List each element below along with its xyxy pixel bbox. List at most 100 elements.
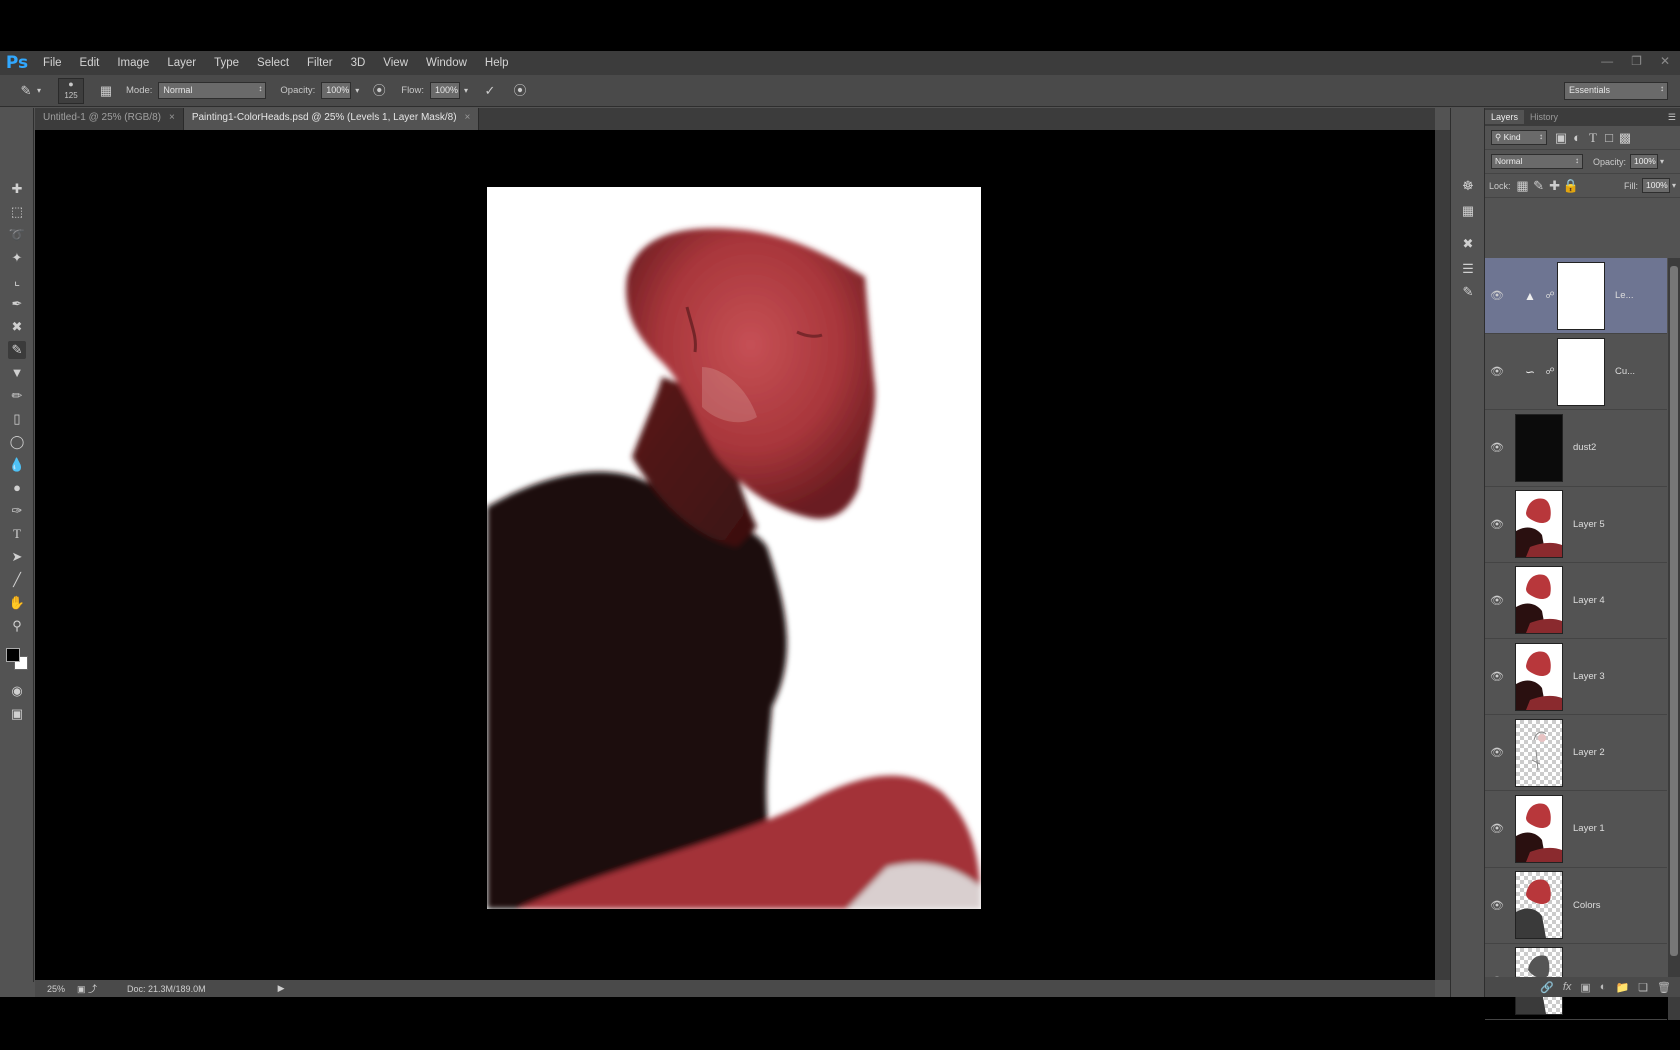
hand-tool-icon[interactable]: ✋ <box>8 594 26 612</box>
blur-tool-icon[interactable]: 💧 <box>8 456 26 474</box>
brush-preset-picker[interactable]: ● 125 <box>58 77 84 104</box>
menu-filter[interactable]: Filter <box>298 57 342 69</box>
pressure-size-icon[interactable]: ⦿ <box>512 83 528 99</box>
lock-pixels-icon[interactable]: ✎ <box>1531 178 1547 194</box>
layer-name[interactable]: Cu... <box>1615 366 1635 377</box>
menu-view[interactable]: View <box>374 57 417 69</box>
layer-thumbnail[interactable] <box>1515 413 1563 482</box>
mask-link-icon[interactable]: ☍ <box>1543 366 1557 377</box>
minimize-icon[interactable]: — <box>1601 54 1613 68</box>
layer-mask-thumbnail[interactable] <box>1557 337 1605 406</box>
visibility-eye-icon[interactable]: 👁 <box>1485 518 1509 531</box>
fill-dropdown-icon[interactable]: ▾ <box>1672 181 1676 190</box>
status-menu-arrow-icon[interactable]: ▶ <box>278 983 285 994</box>
opacity-dropdown-icon[interactable]: ▾ <box>351 83 363 99</box>
foreground-color-swatch[interactable] <box>6 648 20 662</box>
tab-untitled[interactable]: Untitled-1 @ 25% (RGB/8) × <box>35 108 184 130</box>
layer-row[interactable]: 👁 Layer 1 <box>1485 791 1667 868</box>
layer-row[interactable]: 👁 Layer 3 <box>1485 639 1667 716</box>
painting-canvas[interactable] <box>487 187 981 909</box>
fx-icon[interactable]: fx <box>1563 981 1572 993</box>
layer-thumbnail[interactable] <box>1515 490 1563 559</box>
layer-name[interactable]: Layer 3 <box>1573 671 1605 682</box>
zoom-tool-icon[interactable]: ⚲ <box>8 617 26 635</box>
layer-thumbnail[interactable] <box>1515 642 1563 711</box>
visibility-eye-icon[interactable]: 👁 <box>1485 365 1509 378</box>
tab-painting[interactable]: Painting1-ColorHeads.psd @ 25% (Levels 1… <box>183 108 480 130</box>
crop-tool-icon[interactable]: ⌞ <box>8 272 26 290</box>
menu-edit[interactable]: Edit <box>71 57 109 69</box>
type-filter-icon[interactable]: T <box>1585 130 1601 146</box>
airbrush-icon[interactable]: ✓ <box>482 83 498 99</box>
smart-object-filter-icon[interactable]: ▩ <box>1617 130 1633 146</box>
layer-thumbnail[interactable] <box>1515 794 1563 863</box>
layer-thumbnail[interactable] <box>1515 566 1563 635</box>
layers-scrollbar[interactable] <box>1668 258 1680 1020</box>
history-brush-icon[interactable]: ✏ <box>8 387 26 405</box>
visibility-eye-icon[interactable]: 👁 <box>1485 594 1509 607</box>
screen-mode-icon[interactable]: ▣ <box>8 705 26 723</box>
blend-mode-select[interactable]: Normal <box>1491 154 1583 169</box>
flow-dropdown-icon[interactable]: ▾ <box>460 83 472 99</box>
chevron-down-icon[interactable]: ▾ <box>34 83 44 99</box>
line-tool-icon[interactable]: ╱ <box>8 571 26 589</box>
visibility-eye-icon[interactable]: 👁 <box>1485 289 1509 302</box>
layer-name[interactable]: dust2 <box>1573 442 1596 453</box>
marquee-tool-icon[interactable]: ⬚ <box>8 203 26 221</box>
tab-layers[interactable]: Layers <box>1485 110 1525 124</box>
visibility-eye-icon[interactable]: 👁 <box>1485 670 1509 683</box>
menu-file[interactable]: File <box>34 57 71 69</box>
swatches-grid-icon[interactable]: ▦ <box>1460 203 1476 219</box>
visibility-eye-icon[interactable]: 👁 <box>1485 746 1509 759</box>
layer-name[interactable]: Colors <box>1573 900 1600 911</box>
lock-transparent-icon[interactable]: ▦ <box>1515 178 1531 194</box>
menu-type[interactable]: Type <box>205 57 248 69</box>
layer-row[interactable]: 👁 Layer 4 <box>1485 563 1667 639</box>
layer-name[interactable]: Layer 5 <box>1573 519 1605 530</box>
eyedropper-tool-icon[interactable]: ✒ <box>8 295 26 313</box>
panel-menu-icon[interactable]: ☰ <box>1668 112 1676 123</box>
pixel-filter-icon[interactable]: ▣ <box>1553 130 1569 146</box>
menu-select[interactable]: Select <box>248 57 298 69</box>
layer-row[interactable]: 👁 ∽ ☍ Cu... <box>1485 334 1667 411</box>
menu-layer[interactable]: Layer <box>158 57 205 69</box>
mask-link-icon[interactable]: ☍ <box>1543 290 1557 301</box>
layer-mask-thumbnail[interactable] <box>1557 261 1605 330</box>
visibility-eye-icon[interactable]: 👁 <box>1485 822 1509 835</box>
lasso-tool-icon[interactable]: ➰ <box>8 226 26 244</box>
layer-opacity-input[interactable]: 100% <box>1630 154 1659 169</box>
layer-opacity-dropdown-icon[interactable]: ▾ <box>1660 157 1664 166</box>
close-icon[interactable]: ✕ <box>1660 54 1670 68</box>
zoom-level[interactable]: 25% <box>47 984 65 994</box>
kind-filter-select[interactable]: ⚲ Kind <box>1491 130 1547 145</box>
stamp-tool-icon[interactable]: ▼ <box>8 364 26 382</box>
new-group-icon[interactable]: 📁 <box>1615 981 1629 994</box>
fill-input[interactable]: 100% <box>1641 178 1670 193</box>
layer-row[interactable]: 👁 Layer 5 <box>1485 487 1667 563</box>
tab-close-icon[interactable]: × <box>169 112 175 123</box>
move-tool-icon[interactable]: ✚ <box>8 180 26 198</box>
layer-name[interactable]: Layer 4 <box>1573 595 1605 606</box>
visibility-eye-icon[interactable]: 👁 <box>1485 899 1509 912</box>
tools-preset-icon[interactable]: ✖ <box>1460 236 1476 252</box>
menu-window[interactable]: Window <box>417 57 476 69</box>
brush-panel-icon[interactable]: ▦ <box>98 83 114 99</box>
link-layers-icon[interactable]: 🔗 <box>1540 981 1554 994</box>
menu-3d[interactable]: 3D <box>342 57 375 69</box>
dodge-tool-icon[interactable]: ● <box>8 479 26 497</box>
visibility-eye-icon[interactable]: 👁 <box>1485 441 1509 454</box>
layer-name[interactable]: Layer 1 <box>1573 823 1605 834</box>
eraser-tool-icon[interactable]: ▯ <box>8 410 26 428</box>
flow-input[interactable]: 100% <box>429 82 460 99</box>
type-tool-icon[interactable]: T <box>8 525 26 543</box>
tab-close-icon[interactable]: × <box>465 112 471 123</box>
menu-help[interactable]: Help <box>476 57 518 69</box>
layer-row[interactable]: 👁 Layer 2 <box>1485 715 1667 792</box>
mode-select[interactable]: Normal <box>158 82 267 99</box>
quick-mask-icon[interactable]: ◉ <box>8 682 26 700</box>
layer-row[interactable]: 👁 dust2 <box>1485 410 1667 487</box>
healing-tool-icon[interactable]: ✖ <box>8 318 26 336</box>
add-mask-icon[interactable]: ▣ <box>1580 981 1590 994</box>
new-layer-icon[interactable]: ❏ <box>1638 981 1648 994</box>
lock-position-icon[interactable]: ✚ <box>1547 178 1563 194</box>
